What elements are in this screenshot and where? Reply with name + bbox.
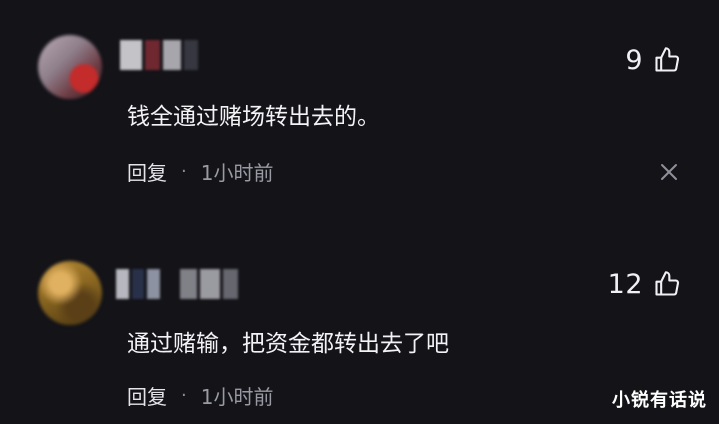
- like-control[interactable]: 9: [625, 44, 681, 76]
- thumbs-up-icon[interactable]: [653, 46, 681, 74]
- avatar[interactable]: [38, 35, 102, 99]
- separator-dot: ·: [181, 384, 187, 406]
- like-control[interactable]: 12: [608, 268, 681, 300]
- like-count: 12: [607, 268, 643, 300]
- thumbs-up-icon[interactable]: [653, 270, 681, 298]
- like-count: 9: [625, 44, 643, 76]
- avatar[interactable]: [38, 261, 102, 325]
- timestamp: 1小时前: [200, 384, 274, 409]
- comment-text: 钱全通过赌场转出去的。: [127, 104, 380, 130]
- username-obscured[interactable]: [116, 269, 160, 299]
- timestamp: 1小时前: [200, 160, 274, 185]
- separator-dot: ·: [181, 160, 187, 182]
- username-obscured[interactable]: [120, 40, 198, 70]
- reply-button[interactable]: 回复: [127, 157, 167, 186]
- username-obscured: [180, 269, 238, 299]
- comment-meta: 回复 · 1小时前: [127, 157, 273, 185]
- comment-meta: 回复 · 1小时前: [127, 381, 273, 409]
- close-icon[interactable]: [659, 162, 679, 182]
- comment-item: 9 钱全通过赌场转出去的。 回复 · 1小时前: [0, 0, 719, 200]
- watermark-text: 小锐有话说: [612, 390, 707, 411]
- reply-button[interactable]: 回复: [127, 381, 167, 410]
- comment-text: 通过赌输，把资金都转出去了吧: [127, 331, 449, 357]
